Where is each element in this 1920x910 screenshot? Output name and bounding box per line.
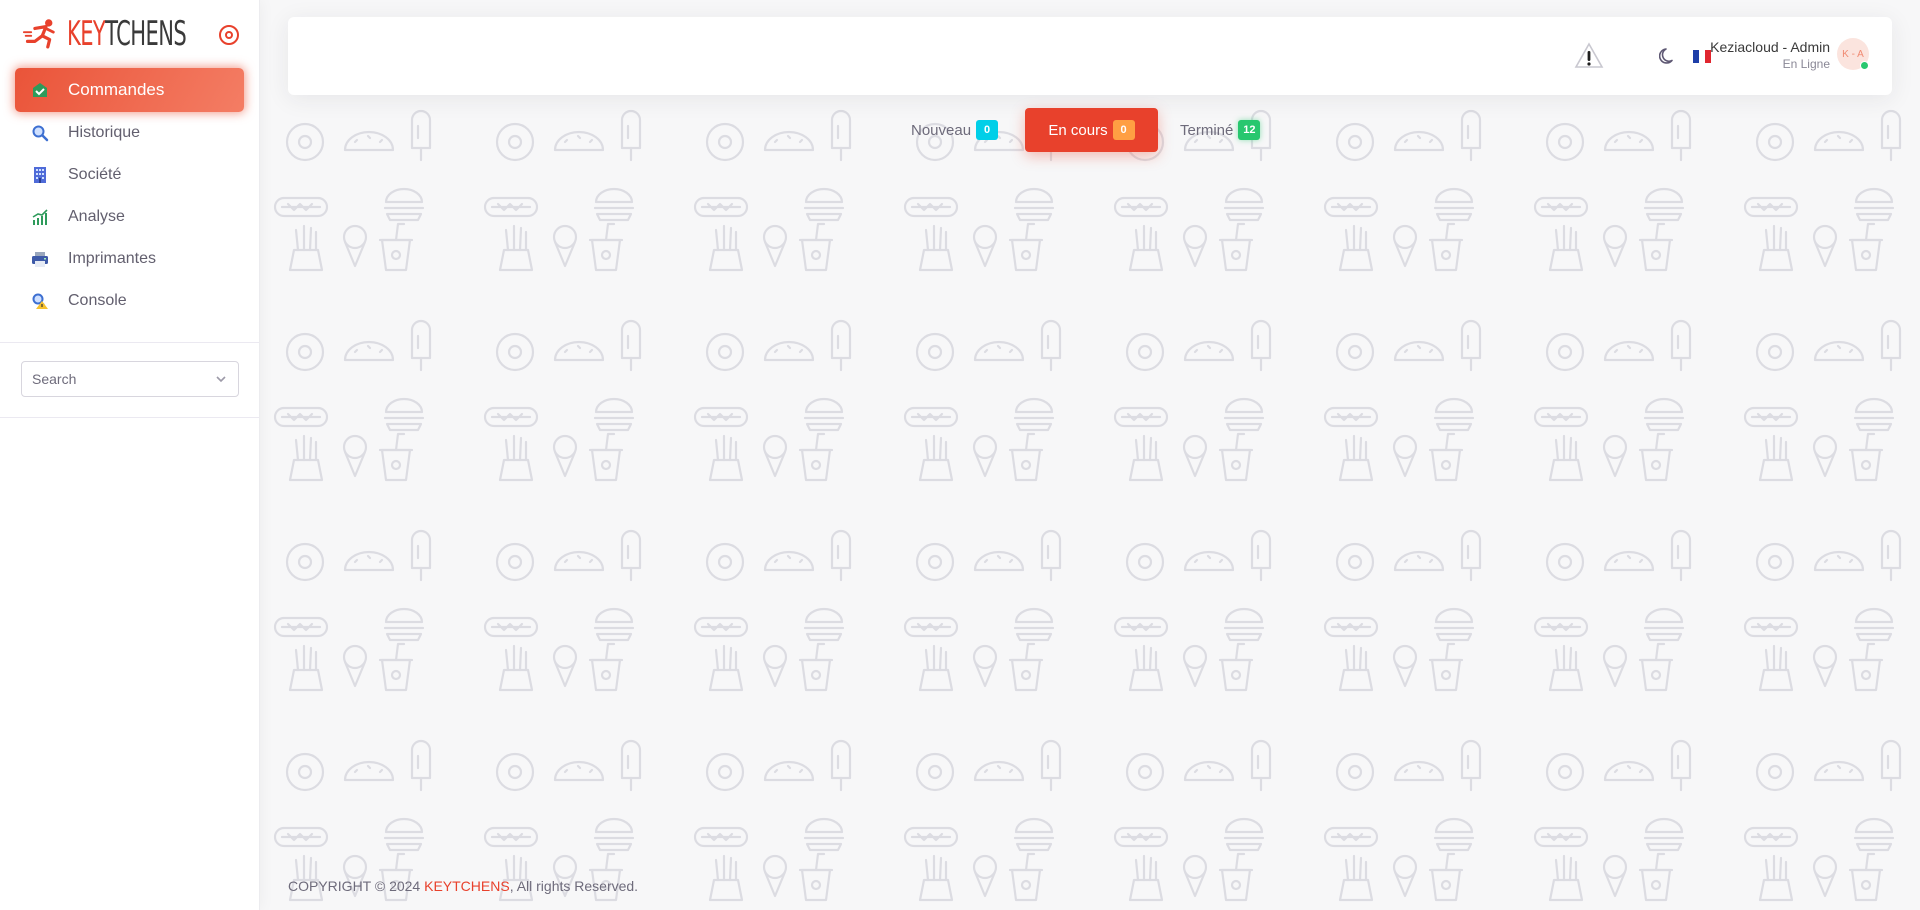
sidebar-item-label: Commandes [68,80,165,99]
sidebar-item-historique[interactable]: Historique [15,112,244,154]
tab-label: Terminé [1180,121,1234,139]
search-placeholder: Search [32,371,77,387]
copyright-suffix: , All rights Reserved. [509,878,639,894]
sidebar-item-label: Historique [68,124,141,141]
chart-icon [30,207,50,227]
sidebar-divider [0,417,259,418]
sidebar-item-imprimantes[interactable]: Imprimantes [15,238,244,280]
order-status-tabs: Nouveau 0 En cours 0 Terminé 12 [260,108,1920,154]
french-flag-icon[interactable] [1693,50,1711,63]
user-status: En Ligne [1782,57,1830,71]
count-badge: 12 [1238,120,1261,140]
sidebar-item-console[interactable]: Console [15,280,244,322]
dark-mode-moon-icon[interactable] [1659,47,1677,65]
footer-brand-link[interactable]: KEYTCHENS [424,878,510,894]
brand[interactable]: KEYTCHENS [0,0,259,68]
console-alert-icon [30,291,50,311]
count-badge: 0 [1112,120,1135,140]
top-navbar: Keziacloud - Admin En Ligne [288,17,1892,95]
tab-label: En cours [1048,121,1108,139]
tab-en-cours[interactable]: En cours 0 [1025,108,1158,152]
orders-check-icon [30,80,50,100]
chevron-down-icon [216,376,226,383]
sidebar-item-label: Imprimantes [68,250,157,267]
online-status-dot [1860,61,1869,70]
sidebar-item-commandes[interactable]: Commandes [15,68,244,112]
tab-label: Nouveau [911,121,972,139]
tab-nouveau[interactable]: Nouveau 0 [911,108,999,152]
tab-termine[interactable]: Terminé 12 [1180,108,1261,152]
avatar-initials: K - A [1842,48,1864,60]
sidebar-item-societe[interactable]: Société [15,154,244,196]
building-icon [30,165,50,185]
count-badge: 0 [976,120,999,140]
footer-copyright: COPYRIGHT © 2024 KEYTCHENS, All rights R… [288,878,638,894]
search-history-icon [30,123,50,143]
printer-icon [30,249,50,269]
search-select[interactable]: Search [21,361,239,397]
copyright-prefix: COPYRIGHT © 2024 [288,878,425,894]
sidebar-nav: Commandes Historique Société Analyse Imp… [0,68,259,322]
sidebar: KEYTCHENS Commandes Historique Société A… [0,0,260,910]
avatar[interactable]: K - A [1837,38,1869,70]
sidebar-item-label: Console [68,292,127,309]
runner-logo-icon [22,19,55,49]
sidebar-pin-toggle-icon[interactable] [219,25,239,45]
user-info[interactable]: Keziacloud - Admin En Ligne [1710,39,1830,71]
sidebar-item-label: Analyse [68,208,125,225]
sidebar-item-analyse[interactable]: Analyse [15,196,244,238]
brand-name: KEYTCHENS [66,14,187,54]
sidebar-item-label: Société [68,166,122,183]
main-area: Keziacloud - Admin En Ligne K - A Nouvea… [260,0,1920,910]
user-name: Keziacloud - Admin [1710,39,1830,55]
warning-icon[interactable] [1574,41,1604,71]
